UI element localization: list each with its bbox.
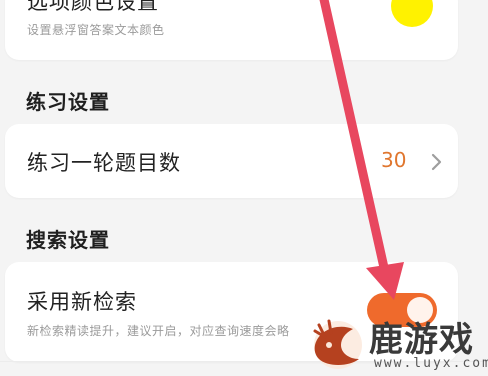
- practice-rounds-label: 练习一轮题目数: [27, 151, 181, 175]
- chevron-right-icon: [431, 153, 442, 171]
- practice-section-heading: 练习设置: [26, 90, 110, 114]
- option-color-card[interactable]: 选项颜色设置 设置悬浮窗答案文本颜色: [5, 0, 458, 60]
- deer-logo-icon: [313, 319, 362, 369]
- watermark-url: www.luyx.com: [374, 356, 488, 371]
- new-search-label: 采用新检索: [27, 290, 137, 314]
- practice-rounds-value: 30: [381, 148, 407, 172]
- new-search-description: 新检索精读提升，建议开启，对应查询速度会略: [27, 324, 290, 338]
- option-color-title: 选项颜色设置: [27, 0, 159, 14]
- search-section-heading: 搜索设置: [26, 228, 110, 252]
- watermark-brand: 鹿游戏: [369, 320, 474, 360]
- option-color-subtitle: 设置悬浮窗答案文本颜色: [27, 23, 165, 37]
